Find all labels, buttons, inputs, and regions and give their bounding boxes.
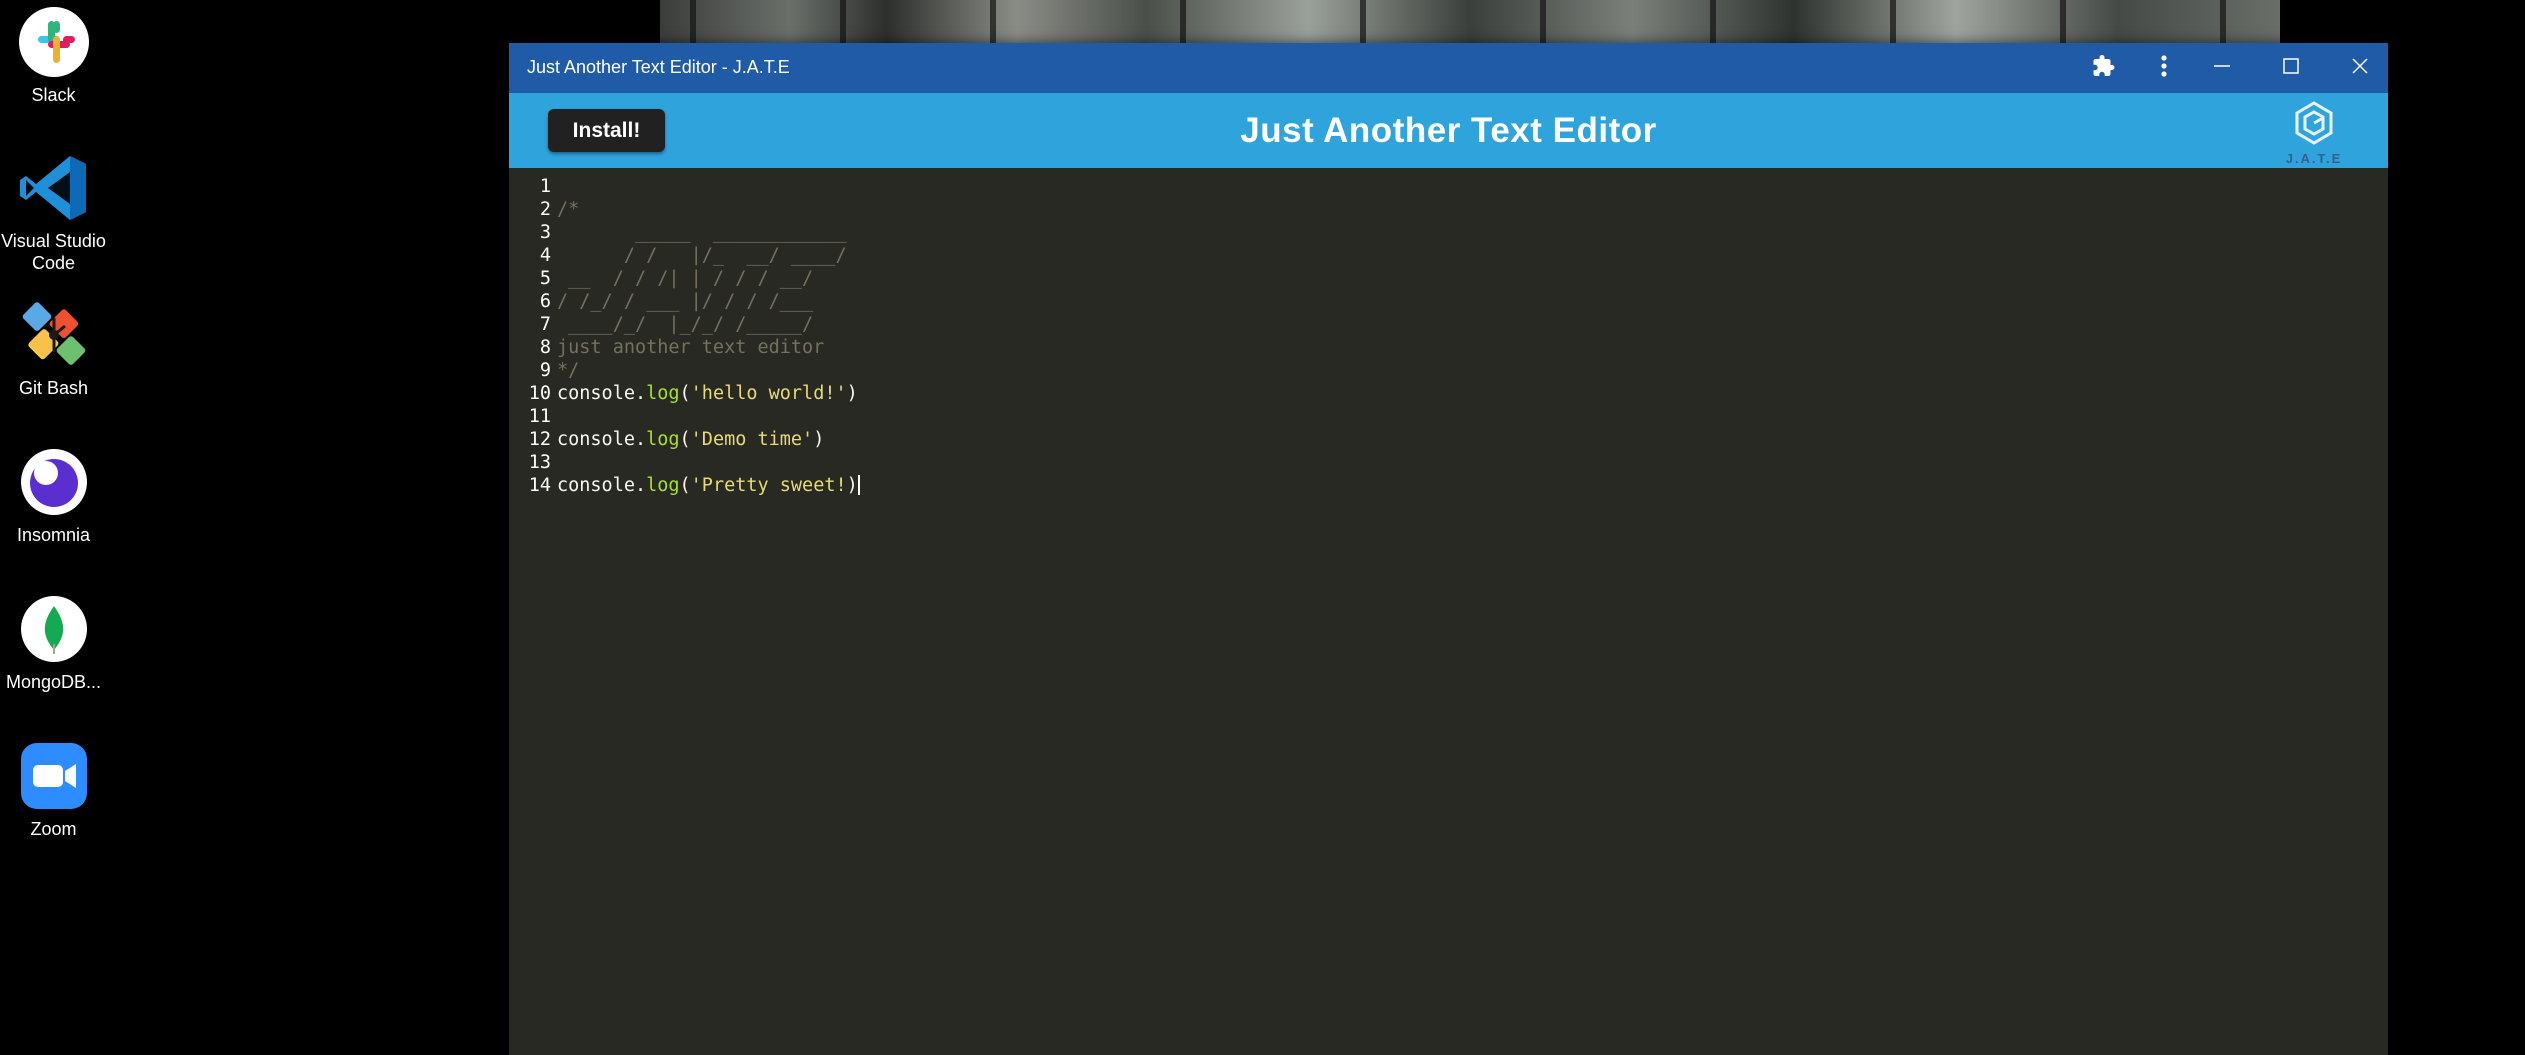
line-number: 13 — [528, 452, 551, 473]
extensions-button[interactable] — [2079, 51, 2129, 85]
code-function: log — [646, 383, 680, 404]
line-number: 10 — [528, 383, 551, 404]
code-function: log — [646, 429, 680, 450]
page-title: Just Another Text Editor — [1240, 111, 1657, 150]
desktop-shortcut-label: MongoDB... — [5, 672, 102, 692]
code-string: 'Demo time' — [690, 429, 814, 450]
extensions-icon — [2092, 54, 2116, 83]
minimize-icon — [2213, 57, 2231, 80]
code-paren: ) — [846, 383, 858, 404]
code-string: 'Pretty sweet! — [690, 475, 847, 496]
app-window: Just Another Text Editor - J.A.T.E Insta… — [509, 43, 2388, 1055]
window-title: Just Another Text Editor - J.A.T.E — [527, 57, 790, 77]
editor-line: 12 console.log('Demo time') — [509, 428, 825, 451]
app-header: Install! Just Another Text Editor J.A.T.… — [509, 93, 2388, 168]
maximize-button[interactable] — [2266, 51, 2316, 85]
maximize-icon — [2282, 57, 2300, 80]
editor-line: 8 just another text editor — [509, 336, 824, 359]
editor-line: 6 / /_/ / ___ |/ / / /___ — [509, 290, 813, 313]
vscode-icon — [16, 150, 92, 226]
code-string: 'hello world!' — [690, 383, 847, 404]
line-number: 4 — [539, 245, 551, 266]
desktop-shortcut-git-bash[interactable]: Git Bash — [0, 297, 107, 399]
desktop-shortcut-label: Insomnia — [16, 525, 91, 545]
desktop-shortcut-insomnia[interactable]: Insomnia — [0, 444, 107, 546]
close-button[interactable] — [2335, 51, 2385, 85]
editor-line: 9 */ — [509, 359, 579, 382]
desktop-shortcut-zoom[interactable]: Zoom — [0, 738, 107, 840]
editor-line: 14 console.log('Pretty sweet!) — [509, 474, 860, 497]
zoom-icon — [16, 738, 92, 814]
line-number: 2 — [539, 199, 551, 220]
jate-logo-icon — [2295, 101, 2333, 145]
editor-line: 11 — [509, 405, 557, 428]
code-object: console. — [557, 429, 647, 450]
code-function: log — [646, 475, 680, 496]
window-titlebar[interactable]: Just Another Text Editor - J.A.T.E — [509, 43, 2388, 93]
more-menu-button[interactable] — [2139, 51, 2189, 85]
code-paren: ( — [679, 475, 691, 496]
line-number: 7 — [539, 314, 551, 335]
line-number: 5 — [539, 268, 551, 289]
text-cursor — [857, 475, 860, 495]
line-number: 3 — [539, 222, 551, 243]
code-object: console. — [557, 475, 647, 496]
desktop-shortcut-slack[interactable]: Slack — [0, 4, 107, 106]
code-object: console. — [557, 383, 647, 404]
code-comment: / / |/_ __/ ____/ — [557, 245, 847, 266]
editor-line: 10 console.log('hello world!') — [509, 382, 858, 405]
code-paren: ) — [813, 429, 825, 450]
editor-line: 3 _____ ____________ — [509, 221, 847, 244]
code-comment: */ — [557, 360, 580, 381]
editor-line: 5 __ / / /| | / / / __/ — [509, 267, 813, 290]
jate-logo-text: J.A.T.E — [2285, 151, 2343, 166]
editor-line: 2 /* — [509, 198, 579, 221]
line-number: 11 — [528, 406, 551, 427]
code-paren: ( — [679, 429, 691, 450]
line-number: 9 — [539, 360, 551, 381]
code-comment: _____ ____________ — [557, 222, 847, 243]
code-comment: / /_/ / ___ |/ / / /___ — [557, 291, 814, 312]
line-number: 14 — [528, 475, 551, 496]
code-comment: /* — [557, 199, 580, 220]
line-number: 6 — [539, 291, 551, 312]
mongodb-icon — [16, 591, 92, 667]
desktop-shortcut-label: Slack — [31, 85, 76, 105]
code-comment: ____/_/ |_/_/ /_____/ — [557, 314, 814, 335]
desktop-shortcut-label: Visual Studio Code — [1, 231, 106, 273]
more-menu-icon — [2160, 54, 2168, 83]
line-number: 1 — [539, 176, 551, 197]
code-paren: ( — [679, 383, 691, 404]
line-number: 8 — [539, 337, 551, 358]
git-bash-icon — [16, 297, 92, 373]
editor-line: 7 ____/_/ |_/_/ /_____/ — [509, 313, 813, 336]
desktop-shortcut-label: Zoom — [30, 819, 77, 839]
code-comment: __ / / /| | / / / __/ — [557, 268, 814, 289]
desktop-shortcut-vscode[interactable]: Visual Studio Code — [0, 150, 107, 274]
desktop-wallpaper — [660, 0, 2280, 46]
editor-line: 1 — [509, 175, 557, 198]
code-paren: ) — [846, 475, 858, 496]
line-number: 12 — [528, 429, 551, 450]
editor-line: 4 / / |/_ __/ ____/ — [509, 244, 847, 267]
desktop-shortcut-label: Git Bash — [18, 378, 89, 398]
editor-line: 13 — [509, 451, 557, 474]
close-icon — [2351, 57, 2369, 80]
insomnia-icon — [16, 444, 92, 520]
code-comment: just another text editor — [557, 337, 825, 358]
code-editor[interactable]: 1 2 /* 3 _____ ____________ 4 / / |/_ __/… — [509, 168, 2388, 1055]
jate-logo: J.A.T.E — [2279, 99, 2349, 166]
minimize-button[interactable] — [2197, 51, 2247, 85]
slack-icon — [16, 4, 92, 80]
desktop-shortcut-mongodb[interactable]: MongoDB... — [0, 591, 107, 693]
